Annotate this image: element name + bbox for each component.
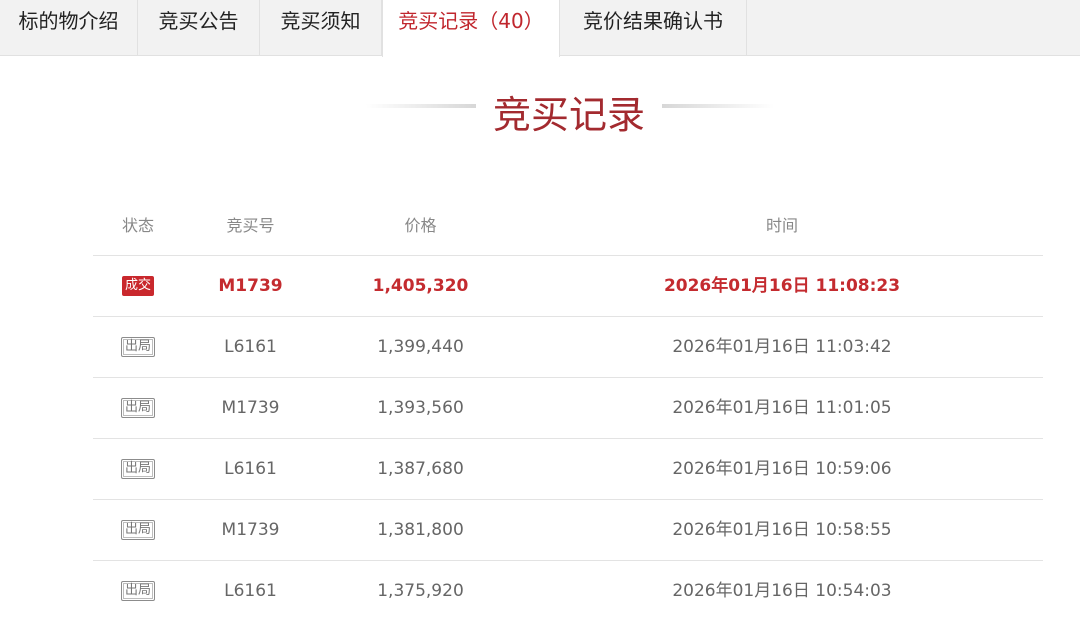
bid-number-cell: L6161 (224, 459, 277, 479)
bid-number-cell: L6161 (224, 581, 277, 601)
status-badge: 出局 (120, 581, 155, 601)
status-badge: 成交 (121, 276, 154, 296)
table-row: 出局 L6161 1,375,920 2026年01月16日 10:54:03 (93, 561, 1043, 621)
status-badge: 出局 (120, 520, 155, 540)
heading-divider-right (662, 104, 774, 108)
table-header: 状态 竞买号 价格 时间 (93, 196, 1043, 256)
status-cell: 成交 (93, 256, 183, 316)
status-cell: 出局 (93, 439, 183, 499)
time-cell: 2026年01月16日 11:01:05 (672, 398, 892, 418)
header-price: 价格 (404, 216, 437, 235)
header-status: 状态 (121, 216, 154, 235)
status-badge: 出局 (120, 459, 155, 479)
heading-divider-left (366, 104, 476, 108)
table-row: 成交 M1739 1,405,320 2026年01月16日 11:08:23 (93, 256, 1043, 317)
time-cell: 2026年01月16日 10:58:55 (672, 520, 892, 540)
tab-bar: 标的物介绍 竞买公告 竞买须知 竞买记录（40） 竞价结果确认书 (0, 0, 1080, 57)
status-cell: 出局 (93, 317, 183, 377)
price-cell: 1,375,920 (377, 581, 464, 601)
bid-number-cell: L6161 (224, 337, 277, 357)
status-badge: 出局 (120, 398, 155, 418)
status-cell: 出局 (93, 378, 183, 438)
price-cell: 1,381,800 (377, 520, 464, 540)
status-badge: 出局 (120, 337, 155, 357)
section-heading: 竞买记录 (0, 80, 1080, 137)
section-title: 竞买记录 (492, 93, 645, 137)
tab-bid-records[interactable]: 竞买记录（40） (382, 0, 560, 57)
bid-number-cell: M1739 (221, 520, 280, 540)
time-cell: 2026年01月16日 11:03:42 (672, 337, 892, 357)
bid-records-table: 状态 竞买号 价格 时间 成交 M1739 1,405,320 2026年01月… (93, 196, 1043, 621)
tab-item-introduction[interactable]: 标的物介绍 (0, 0, 138, 56)
tab-bidding-rules[interactable]: 竞买须知 (260, 0, 382, 56)
table-row: 出局 L6161 1,399,440 2026年01月16日 11:03:42 (93, 317, 1043, 378)
tab-result-confirmation[interactable]: 竞价结果确认书 (560, 0, 747, 56)
bid-number-cell: M1739 (221, 398, 280, 418)
price-cell: 1,399,440 (377, 337, 464, 357)
time-cell: 2026年01月16日 10:59:06 (672, 459, 892, 479)
time-cell: 2026年01月16日 11:08:23 (663, 276, 901, 296)
tab-auction-announcement[interactable]: 竞买公告 (138, 0, 260, 56)
header-time: 时间 (765, 216, 798, 235)
price-cell: 1,387,680 (377, 459, 464, 479)
price-cell: 1,393,560 (377, 398, 464, 418)
bid-number-cell: M1739 (218, 276, 283, 296)
status-cell: 出局 (93, 561, 183, 621)
table-row: 出局 M1739 1,393,560 2026年01月16日 11:01:05 (93, 378, 1043, 439)
table-row: 出局 M1739 1,381,800 2026年01月16日 10:58:55 (93, 500, 1043, 561)
price-cell: 1,405,320 (372, 276, 469, 296)
time-cell: 2026年01月16日 10:54:03 (672, 581, 892, 601)
header-bid-number: 竞买号 (226, 216, 275, 235)
table-row: 出局 L6161 1,387,680 2026年01月16日 10:59:06 (93, 439, 1043, 500)
status-cell: 出局 (93, 500, 183, 560)
